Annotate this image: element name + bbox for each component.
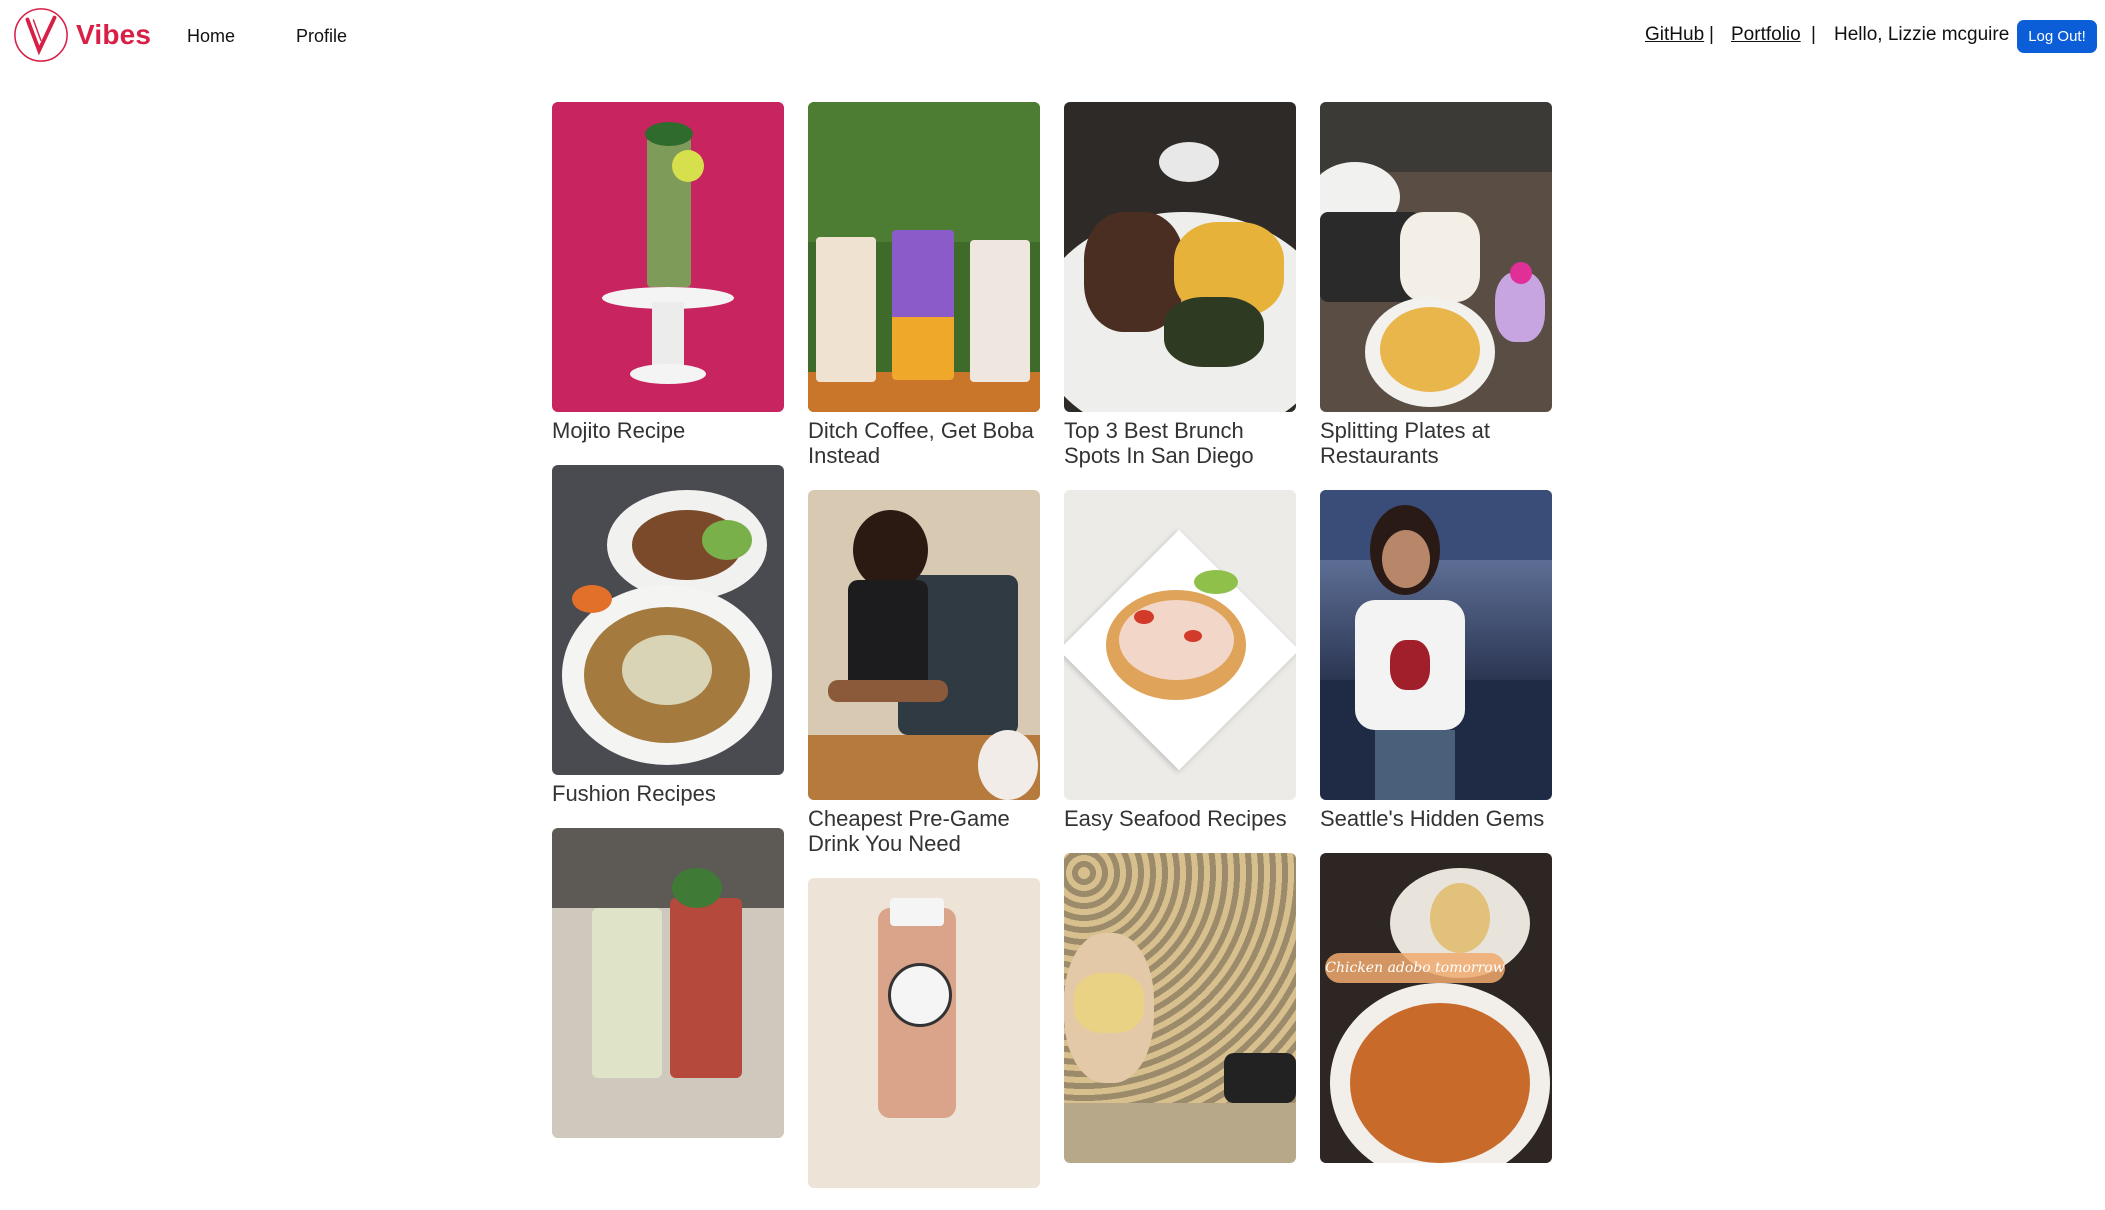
post-title: Top 3 Best Brunch Spots In San Diego [1064,418,1254,468]
post-title: Ditch Coffee, Get Boba Instead [808,418,1034,468]
post-column-2: Ditch Coffee, Get Boba Instead Cheapest … [808,102,1040,1210]
user-greeting: Hello, Lizzie mcguire [1834,24,2010,45]
seafood-tostada-photo [1064,490,1296,800]
woman-city-view-photo [1320,490,1552,800]
post-card[interactable] [808,878,1040,1188]
mojito-photo [552,102,784,412]
nav-home-link[interactable]: Home [187,26,235,47]
boba-drinks-photo [808,102,1040,412]
chicken-adobo-photo: Chicken adobo tomorrow [1320,853,1552,1163]
post-title: Splitting Plates at Restaurants [1320,418,1490,468]
post-column-4: Splitting Plates at Restaurants Seattle'… [1320,102,1552,1185]
post-card[interactable] [1064,853,1296,1163]
post-column-1: Mojito Recipe Fushion Recipes [552,102,784,1160]
post-column-3: Top 3 Best Brunch Spots In San Diego Eas… [1064,102,1296,1185]
brand-logo[interactable]: Vibes [12,5,151,65]
pasta-shapes-photo [1064,853,1296,1163]
post-card[interactable]: Top 3 Best Brunch Spots In San Diego [1064,102,1296,468]
post-card[interactable]: Easy Seafood Recipes [1064,490,1296,831]
image-overlay-caption: Chicken adobo tomorrow [1325,953,1505,983]
post-card[interactable]: Ditch Coffee, Get Boba Instead [808,102,1040,468]
shared-plates-photo [1320,102,1552,412]
brand-name: Vibes [76,19,152,50]
brunch-plate-photo [1064,102,1296,412]
post-title: Easy Seafood Recipes [1064,806,1287,831]
post-card[interactable] [552,828,784,1138]
post-card[interactable]: Mojito Recipe [552,102,784,443]
woman-drinking-photo [808,490,1040,800]
post-card[interactable]: Fushion Recipes [552,465,784,806]
nav-profile-link[interactable]: Profile [296,26,347,47]
post-title: Fushion Recipes [552,781,716,806]
pho-bowl-photo [552,465,784,775]
logout-button[interactable]: Log Out! [2017,20,2097,53]
post-card[interactable]: Seattle's Hidden Gems [1320,490,1552,831]
post-card[interactable]: Cheapest Pre-Game Drink You Need [808,490,1040,856]
post-title: Cheapest Pre-Game Drink You Need [808,806,1010,856]
post-title: Mojito Recipe [552,418,686,443]
top-navbar: Vibes Home Profile GitHub | Portfolio | … [0,0,2105,74]
post-grid: Mojito Recipe Fushion Recipes Ditch Coff… [552,102,1552,1188]
nav-portfolio-link[interactable]: Portfolio [1731,24,1801,46]
post-card[interactable]: Splitting Plates at Restaurants [1320,102,1552,468]
post-title: Seattle's Hidden Gems [1320,806,1545,831]
nav-separator: | [1811,24,1816,45]
post-card[interactable]: Chicken adobo tomorrow [1320,853,1552,1163]
vibes-logo-icon [14,8,68,62]
nav-separator: | [1709,24,1714,45]
cocktails-photo [552,828,784,1138]
bottled-drink-photo [808,878,1040,1188]
nav-github-link[interactable]: GitHub [1645,24,1704,46]
